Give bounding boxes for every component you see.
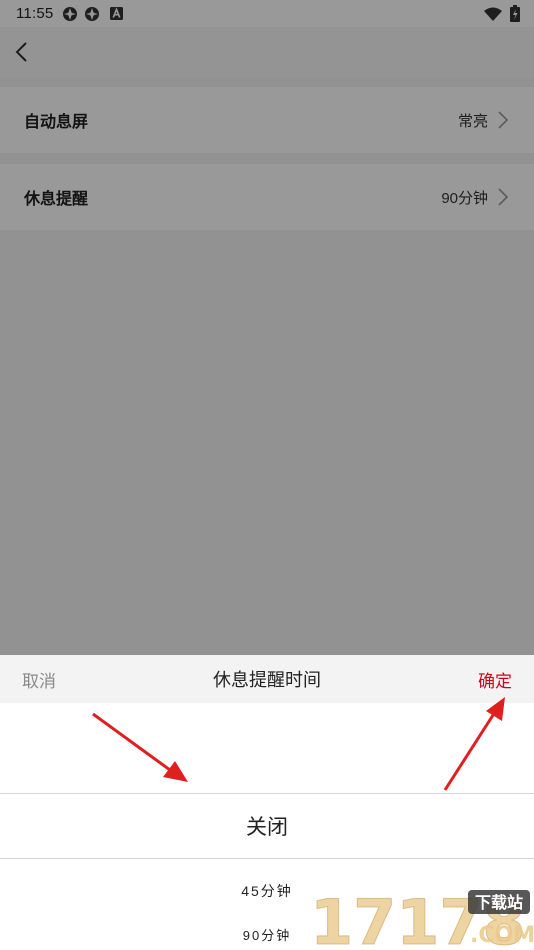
- modal-overlay[interactable]: [0, 0, 534, 655]
- sheet-header: 取消 休息提醒时间 确定: [0, 655, 534, 703]
- site-watermark-logo: 17178 下载站 .COM: [310, 886, 534, 950]
- watermark-tag: 下载站: [475, 893, 523, 912]
- picker-divider-bottom: [0, 858, 534, 859]
- cancel-button[interactable]: 取消: [22, 667, 56, 692]
- picker-divider-top: [0, 793, 534, 794]
- confirm-button[interactable]: 确定: [478, 667, 512, 692]
- picker-option-selected[interactable]: 关闭: [0, 811, 534, 841]
- sheet-title: 休息提醒时间: [213, 670, 321, 690]
- watermark-domain: .COM: [470, 923, 534, 948]
